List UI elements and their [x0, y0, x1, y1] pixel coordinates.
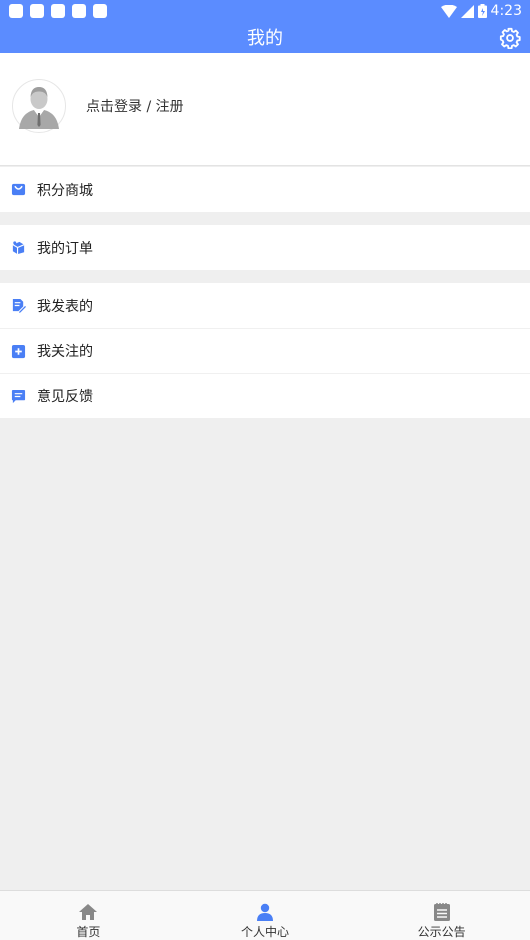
- tab-personal-center[interactable]: 个人中心: [177, 891, 354, 940]
- menu-group-orders: 我的订单: [0, 225, 530, 270]
- menu-label: 意见反馈: [37, 389, 93, 405]
- feedback-message-icon: [11, 389, 26, 403]
- menu-item-my-posts[interactable]: 我发表的: [0, 283, 530, 328]
- menu-group-mall: 积分商城: [0, 167, 530, 212]
- avatar[interactable]: [12, 79, 66, 133]
- notification-icon: [9, 4, 23, 18]
- menu-group-content: 我发表的 我关注的 意见反馈: [0, 283, 530, 418]
- bottom-tab-bar: 首页 个人中心 公示公告: [0, 890, 530, 940]
- status-time: 4:23: [490, 3, 522, 19]
- menu-label: 积分商城: [37, 182, 93, 199]
- battery-icon: [477, 4, 487, 18]
- user-icon: [257, 903, 273, 921]
- app-header: 4:23 我的: [0, 0, 530, 53]
- menu-label: 我的订单: [37, 240, 93, 257]
- edit-document-icon: [12, 298, 26, 313]
- tab-home[interactable]: 首页: [0, 891, 177, 940]
- orders-icon: [12, 241, 25, 255]
- login-register-link[interactable]: 点击登录 / 注册: [86, 96, 184, 116]
- notice-board-icon: [433, 903, 450, 921]
- gear-icon[interactable]: [499, 27, 521, 49]
- notification-icon: [51, 4, 65, 18]
- status-bar: 4:23: [0, 0, 530, 22]
- wifi-icon: [440, 4, 457, 18]
- tab-label: 个人中心: [241, 925, 290, 939]
- tab-notice[interactable]: 公示公告: [353, 891, 530, 940]
- notification-icon: [30, 4, 44, 18]
- signal-icon: [460, 4, 474, 18]
- menu-item-my-orders[interactable]: 我的订单: [0, 225, 530, 270]
- menu-label: 我发表的: [37, 298, 93, 315]
- mall-bag-icon: [11, 183, 26, 196]
- notification-icon: [93, 4, 107, 18]
- notification-icon: [72, 4, 86, 18]
- profile-card[interactable]: 点击登录 / 注册: [0, 53, 530, 166]
- menu-item-points-mall[interactable]: 积分商城: [0, 167, 530, 212]
- home-icon: [79, 904, 98, 920]
- tab-label: 公示公告: [417, 925, 466, 939]
- menu-item-my-follows[interactable]: 我关注的: [0, 328, 530, 373]
- status-indicators: 4:23: [440, 2, 522, 20]
- menu-label: 我关注的: [37, 344, 93, 360]
- tab-label: 首页: [76, 925, 101, 939]
- menu-item-feedback[interactable]: 意见反馈: [0, 373, 530, 418]
- add-box-icon: [11, 344, 26, 358]
- page-title: 我的: [247, 28, 283, 49]
